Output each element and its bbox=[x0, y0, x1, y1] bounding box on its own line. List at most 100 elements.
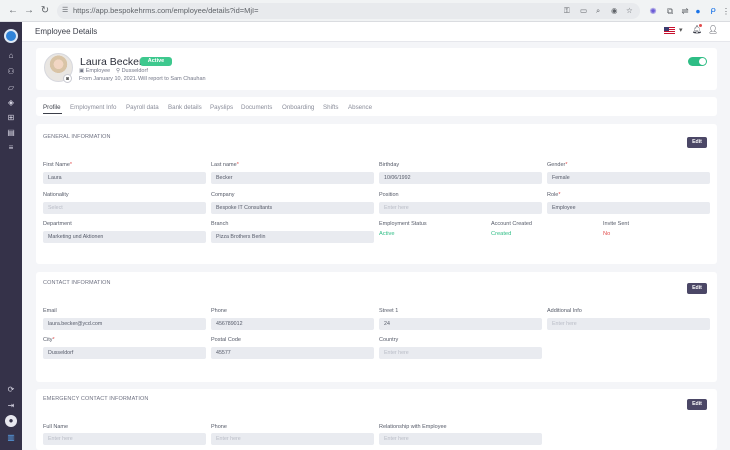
position-field[interactable]: Enter here bbox=[379, 202, 542, 214]
forward-icon[interactable]: → bbox=[22, 4, 36, 18]
street-field[interactable]: 24 bbox=[379, 318, 542, 330]
invite-sent-label: Invite Sent bbox=[603, 221, 629, 227]
relationship-field[interactable]: Enter here bbox=[379, 433, 542, 445]
postal-code-label: Postal Code bbox=[211, 337, 241, 343]
grid-icon[interactable]: ⊞ bbox=[5, 112, 17, 124]
list-icon[interactable]: ≡ bbox=[5, 142, 17, 154]
contact-info-title: CONTACT INFORMATION bbox=[43, 280, 111, 286]
tab-onboarding[interactable]: Onboarding bbox=[282, 104, 314, 111]
role-label: Role* bbox=[547, 192, 561, 198]
puzzle-icon[interactable]: ⧉ bbox=[664, 4, 676, 18]
p-extension-icon[interactable]: ᑭ bbox=[707, 4, 719, 18]
profile-extension-icon[interactable]: ● bbox=[692, 4, 704, 18]
app-header: Employee Details ▾ 🔔︎ 👤︎ bbox=[22, 22, 730, 42]
since-text: From January 10, 2021. bbox=[79, 76, 138, 82]
zoom-icon[interactable]: ⌕ bbox=[596, 6, 600, 16]
tab-payslips[interactable]: Payslips bbox=[210, 104, 233, 111]
city-field[interactable]: Dusseldorf bbox=[43, 347, 206, 359]
box-icon[interactable]: ◈ bbox=[5, 97, 17, 109]
cast-icon[interactable]: ▭ bbox=[580, 6, 587, 15]
additional-info-field[interactable]: Enter here bbox=[547, 318, 710, 330]
city-label: City* bbox=[43, 337, 55, 343]
camera-icon[interactable]: ◙ bbox=[63, 74, 72, 83]
menu-icon[interactable]: ⋮ bbox=[720, 4, 730, 18]
general-info-title: GENERAL INFORMATION bbox=[43, 134, 111, 140]
company-field[interactable]: Bespoke IT Consultants bbox=[211, 202, 374, 214]
reports-to-text: Will report to Sam Chauhan bbox=[138, 76, 206, 82]
invite-sent-value: No bbox=[603, 231, 611, 237]
gender-label: Gender* bbox=[547, 162, 568, 168]
gender-select[interactable]: Female bbox=[547, 172, 710, 184]
key-icon[interactable]: ⚿ bbox=[564, 6, 570, 16]
tab-profile[interactable]: Profile bbox=[43, 104, 61, 111]
location-meta: ⚲ Dusseldorf bbox=[116, 68, 148, 74]
emergency-edit-button[interactable]: Edit bbox=[687, 399, 707, 410]
back-icon[interactable]: ← bbox=[6, 4, 20, 18]
country-label: Country bbox=[379, 337, 399, 343]
email-field[interactable]: laura.becker@ycd.com bbox=[43, 318, 206, 330]
employment-status-value: Active bbox=[379, 231, 395, 237]
contact-edit-button[interactable]: Edit bbox=[687, 283, 707, 294]
notification-dot bbox=[699, 24, 702, 27]
role-select[interactable]: Employee bbox=[547, 202, 710, 214]
tab-payroll-data[interactable]: Payroll data bbox=[126, 104, 159, 111]
page-title: Employee Details bbox=[35, 27, 98, 36]
postal-code-field[interactable]: 45577 bbox=[211, 347, 374, 359]
chevron-down-icon[interactable]: ▾ bbox=[679, 26, 683, 34]
reload-icon[interactable]: ↻ bbox=[38, 4, 52, 18]
branch-label: Branch bbox=[211, 221, 229, 227]
general-edit-button[interactable]: Edit bbox=[687, 137, 707, 148]
emergency-contact-title: EMERGENCY CONTACT INFORMATION bbox=[43, 396, 149, 402]
eye-icon[interactable]: ◉ bbox=[611, 6, 618, 15]
logout-icon[interactable]: ⇥ bbox=[5, 400, 17, 412]
user-icon[interactable]: 👤︎ bbox=[708, 25, 718, 34]
active-toggle[interactable] bbox=[688, 57, 707, 66]
first-name-field[interactable]: Laura bbox=[43, 172, 206, 184]
app-logo[interactable] bbox=[4, 29, 18, 43]
address-bar[interactable]: ☰ https://app.bespokehrms.com/employee/d… bbox=[57, 3, 640, 19]
birthday-field[interactable]: 10/06/1992 bbox=[379, 172, 542, 184]
site-info-icon[interactable]: ☰ bbox=[62, 6, 68, 14]
role-text: Employee bbox=[85, 68, 111, 74]
phone-field[interactable]: 456789012 bbox=[211, 318, 374, 330]
first-name-label: First Name* bbox=[43, 162, 73, 168]
nationality-label: Nationality bbox=[43, 192, 69, 198]
position-label: Position bbox=[379, 192, 399, 198]
last-name-label: Last name* bbox=[211, 162, 239, 168]
company-label: Company bbox=[211, 192, 235, 198]
emergency-phone-field[interactable]: Enter here bbox=[211, 433, 374, 445]
tab-bank-details[interactable]: Bank details bbox=[168, 104, 202, 111]
user-avatar-icon[interactable]: ● bbox=[5, 415, 17, 427]
street-label: Street 1 bbox=[379, 308, 399, 314]
account-created-label: Account Created bbox=[491, 221, 532, 227]
tab-absence[interactable]: Absence bbox=[348, 104, 372, 111]
extension-icon[interactable]: ✺ bbox=[647, 4, 659, 18]
nationality-select[interactable]: Select bbox=[43, 202, 206, 214]
tab-employment-info[interactable]: Employment Info bbox=[70, 104, 116, 111]
chart-icon[interactable]: ▥ bbox=[5, 432, 17, 444]
users-icon[interactable]: ⚇ bbox=[5, 66, 17, 78]
briefcase-icon: ▣ bbox=[79, 68, 86, 74]
location-text: Dusseldorf bbox=[121, 68, 148, 74]
country-field[interactable]: Enter here bbox=[379, 347, 542, 359]
birthday-label: Birthday bbox=[379, 162, 400, 168]
star-icon[interactable]: ☆ bbox=[626, 6, 633, 15]
settings-icon[interactable]: ⟳ bbox=[5, 384, 17, 396]
us-flag-icon[interactable] bbox=[664, 27, 675, 35]
full-name-label: Full Name bbox=[43, 424, 69, 430]
employment-status-label: Employment Status bbox=[379, 221, 427, 227]
phone-label: Phone bbox=[211, 308, 227, 314]
home-icon[interactable]: ⌂ bbox=[5, 50, 17, 62]
branch-field[interactable]: Pizza Brothers Berlin bbox=[211, 231, 374, 243]
tab-shifts[interactable]: Shifts bbox=[323, 104, 338, 111]
folder-icon[interactable]: ▱ bbox=[5, 82, 17, 94]
department-field[interactable]: Marketing und Aktionen bbox=[43, 231, 206, 243]
sidebar: ⌂ ⚇ ▱ ◈ ⊞ ▤ ≡ ⟳ ⇥ ● ▥ bbox=[0, 22, 22, 450]
last-name-field[interactable]: Becker bbox=[211, 172, 374, 184]
role-meta: ▣ Employee bbox=[79, 68, 110, 74]
full-name-field[interactable]: Enter here bbox=[43, 433, 206, 445]
employee-name: Laura Becker bbox=[80, 56, 143, 68]
tab-documents[interactable]: Documents bbox=[241, 104, 272, 111]
tab-search-icon[interactable]: ⇌ bbox=[679, 4, 691, 18]
calendar-icon[interactable]: ▤ bbox=[5, 127, 17, 139]
